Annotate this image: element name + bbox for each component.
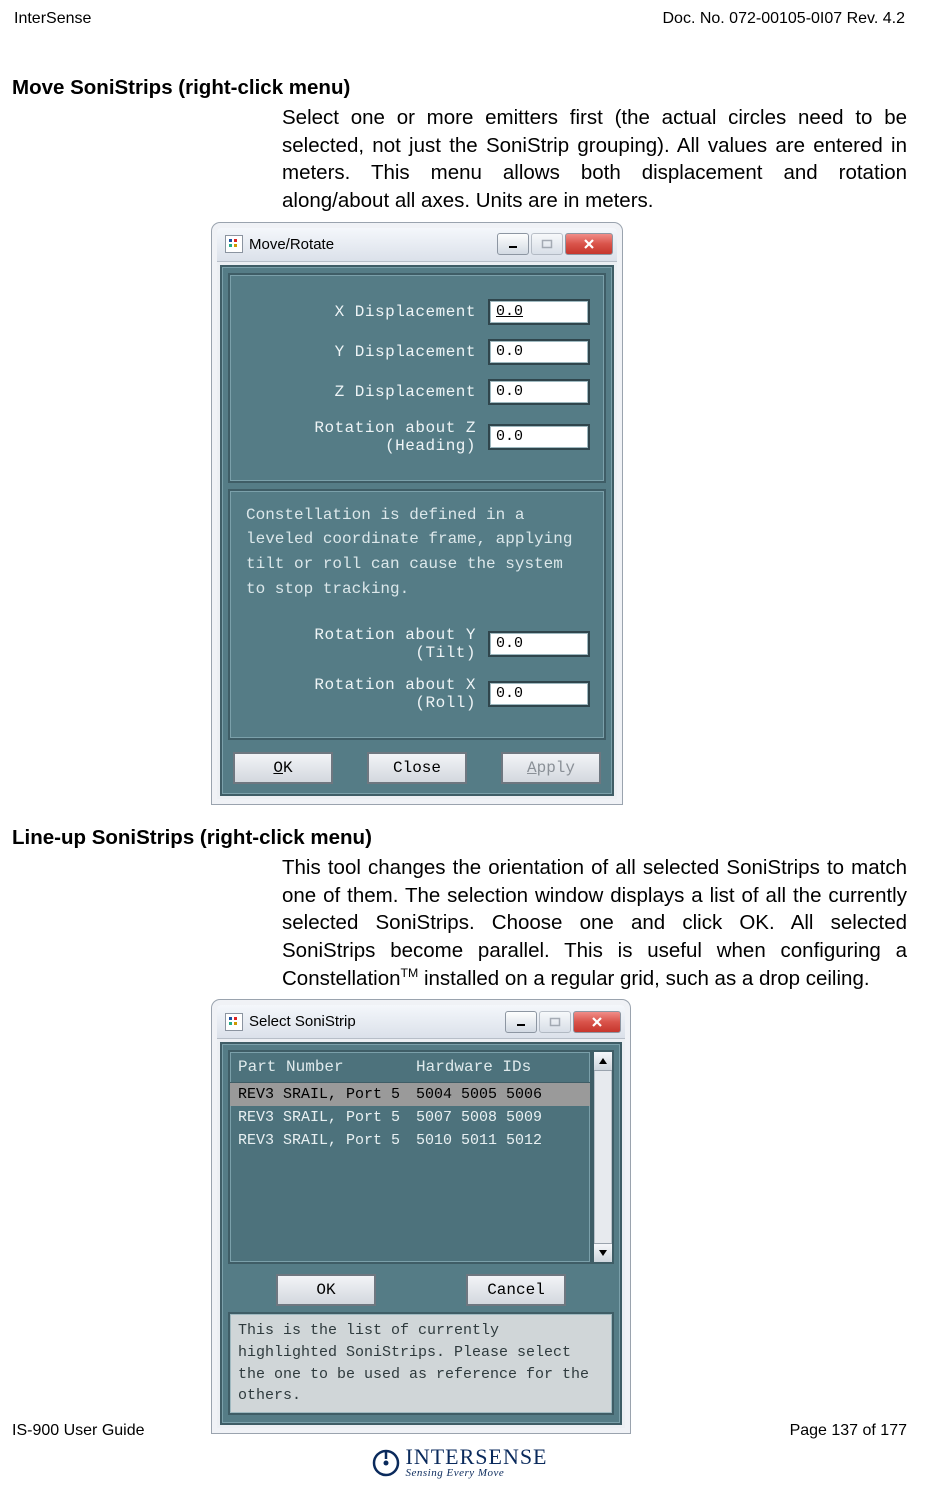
- cancel-button[interactable]: Cancel: [466, 1274, 566, 1306]
- tilt-roll-warning: Constellation is defined in a leveled co…: [238, 501, 596, 612]
- section1-heading: Move SoniStrips (right-click menu): [12, 76, 907, 100]
- maximize-button[interactable]: [531, 233, 563, 255]
- list-header: Part Number Hardware IDs: [230, 1052, 590, 1083]
- section2-text: This tool changes the orientation of all…: [282, 854, 907, 992]
- logo-icon: [372, 1449, 400, 1477]
- z-displacement-input[interactable]: 0.0: [488, 379, 590, 405]
- rotation-x-input[interactable]: 0.0: [488, 681, 590, 707]
- dialog1-title: Move/Rotate: [249, 236, 491, 253]
- move-rotate-dialog: Move/Rotate X Displacement 0.0: [212, 223, 622, 804]
- trademark-symbol: TM: [401, 966, 419, 980]
- app-icon: [225, 1013, 243, 1031]
- apply-button[interactable]: Apply: [501, 752, 601, 784]
- dialog2-title: Select SoniStrip: [249, 1013, 499, 1030]
- dialog2-footnote: This is the list of currently highlighte…: [228, 1312, 614, 1415]
- y-displacement-label: Y Displacement: [244, 343, 476, 361]
- logo-text-main: INTERSENSE: [406, 1446, 548, 1468]
- maximize-button[interactable]: [539, 1011, 571, 1033]
- intersense-logo: INTERSENSE Sensing Every Move: [372, 1446, 548, 1479]
- y-displacement-input[interactable]: 0.0: [488, 339, 590, 365]
- rotation-x-label: Rotation about X (Roll): [244, 676, 476, 712]
- logo-text-sub: Sensing Every Move: [406, 1468, 548, 1479]
- rotation-y-input[interactable]: 0.0: [488, 631, 590, 657]
- ok-button[interactable]: OK: [276, 1274, 376, 1306]
- list-item[interactable]: REV3 SRAIL, Port 55004 5005 5006: [230, 1083, 590, 1106]
- select-sonistrip-dialog: Select SoniStrip Part Number Hardware: [212, 1000, 630, 1433]
- list-item[interactable]: REV3 SRAIL, Port 55007 5008 5009: [230, 1106, 590, 1129]
- dialog1-titlebar[interactable]: Move/Rotate: [217, 228, 617, 262]
- list-item[interactable]: REV3 SRAIL, Port 55010 5011 5012: [230, 1129, 590, 1152]
- scroll-up-icon[interactable]: [594, 1052, 612, 1071]
- close-dialog-button[interactable]: Close: [367, 752, 467, 784]
- dialog2-titlebar[interactable]: Select SoniStrip: [217, 1005, 625, 1039]
- x-displacement-input[interactable]: 0.0: [488, 299, 590, 325]
- rotation-z-label: Rotation about Z (Heading): [244, 419, 476, 455]
- ok-button[interactable]: OK: [233, 752, 333, 784]
- sonistrip-list[interactable]: Part Number Hardware IDs REV3 SRAIL, Por…: [228, 1050, 592, 1264]
- header-left: InterSense: [14, 10, 91, 28]
- z-displacement-label: Z Displacement: [244, 383, 476, 401]
- rotation-y-label: Rotation about Y (Tilt): [244, 626, 476, 662]
- minimize-button[interactable]: [497, 233, 529, 255]
- app-icon: [225, 235, 243, 253]
- scrollbar[interactable]: [592, 1050, 614, 1264]
- footer-left: IS-900 User Guide: [12, 1422, 145, 1440]
- rotation-z-input[interactable]: 0.0: [488, 424, 590, 450]
- minimize-button[interactable]: [505, 1011, 537, 1033]
- footer-right: Page 137 of 177: [790, 1422, 907, 1440]
- section2-heading: Line-up SoniStrips (right-click menu): [12, 826, 907, 850]
- close-button[interactable]: [573, 1011, 621, 1033]
- close-button[interactable]: [565, 233, 613, 255]
- scroll-down-icon[interactable]: [594, 1243, 612, 1262]
- x-displacement-label: X Displacement: [244, 303, 476, 321]
- section1-text: Select one or more emitters first (the a…: [282, 104, 907, 215]
- header-right: Doc. No. 072-00105-0I07 Rev. 4.2: [662, 10, 905, 28]
